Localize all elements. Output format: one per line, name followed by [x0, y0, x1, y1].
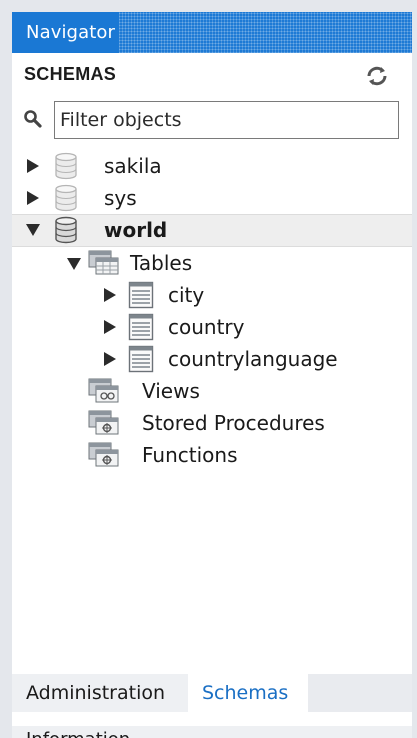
schema-item-world[interactable]: world: [12, 214, 412, 247]
tab-administration[interactable]: Administration: [12, 674, 188, 712]
filter-objects-input[interactable]: [54, 101, 399, 139]
expand-arrow-icon[interactable]: [102, 351, 118, 367]
navigator-panel: Navigator SCHEMAS Filter objects sakila …: [12, 12, 412, 738]
schema-label: sys: [104, 186, 137, 210]
schemas-section-label: SCHEMAS: [24, 64, 117, 84]
tree-folder-stored-procedures[interactable]: Stored Procedures: [12, 407, 412, 439]
collapse-arrow-icon[interactable]: [66, 256, 82, 272]
table-item-country[interactable]: country: [12, 311, 412, 343]
table-item-city[interactable]: city: [12, 279, 412, 311]
expand-arrow-icon[interactable]: [102, 319, 118, 335]
database-icon: [55, 216, 77, 244]
functions-folder-icon: [88, 442, 119, 467]
table-label: country: [168, 315, 245, 339]
folder-icon: [88, 250, 119, 275]
table-label: countrylanguage: [168, 347, 338, 371]
search-icon: [24, 110, 42, 128]
table-icon: [128, 345, 154, 373]
table-icon: [128, 281, 154, 309]
stored-procedures-label: Stored Procedures: [142, 411, 325, 435]
table-label: city: [168, 283, 205, 307]
functions-label: Functions: [142, 443, 238, 467]
tab-schemas[interactable]: Schemas: [188, 674, 308, 712]
table-icon: [128, 313, 154, 341]
collapse-arrow-icon[interactable]: [25, 222, 41, 238]
schema-item-sys[interactable]: sys: [12, 182, 412, 214]
information-label: Information: [26, 730, 130, 738]
database-icon: [55, 184, 77, 212]
schema-item-sakila[interactable]: sakila: [12, 150, 412, 182]
stored-procedures-folder-icon: [88, 410, 119, 435]
expand-arrow-icon[interactable]: [102, 287, 118, 303]
information-panel-header: Information: [12, 726, 412, 738]
tables-label: Tables: [130, 251, 193, 275]
bottom-tab-bar: Administration Schemas: [12, 674, 412, 712]
expand-arrow-icon[interactable]: [25, 190, 41, 206]
tree-folder-functions[interactable]: Functions: [12, 439, 412, 471]
tree-folder-views[interactable]: Views: [12, 375, 412, 407]
views-label: Views: [142, 379, 200, 403]
schema-label: sakila: [104, 154, 162, 178]
schema-label: world: [104, 218, 168, 242]
database-icon: [55, 152, 77, 180]
table-item-countrylanguage[interactable]: countrylanguage: [12, 343, 412, 375]
navigator-title: Navigator: [12, 12, 119, 53]
tree-folder-tables[interactable]: Tables: [12, 247, 412, 279]
app-window: Navigator SCHEMAS Filter objects sakila …: [0, 0, 417, 738]
navigator-header: Navigator: [12, 12, 412, 53]
refresh-icon[interactable]: [364, 64, 390, 88]
views-folder-icon: [88, 378, 119, 403]
expand-arrow-icon[interactable]: [25, 158, 41, 174]
